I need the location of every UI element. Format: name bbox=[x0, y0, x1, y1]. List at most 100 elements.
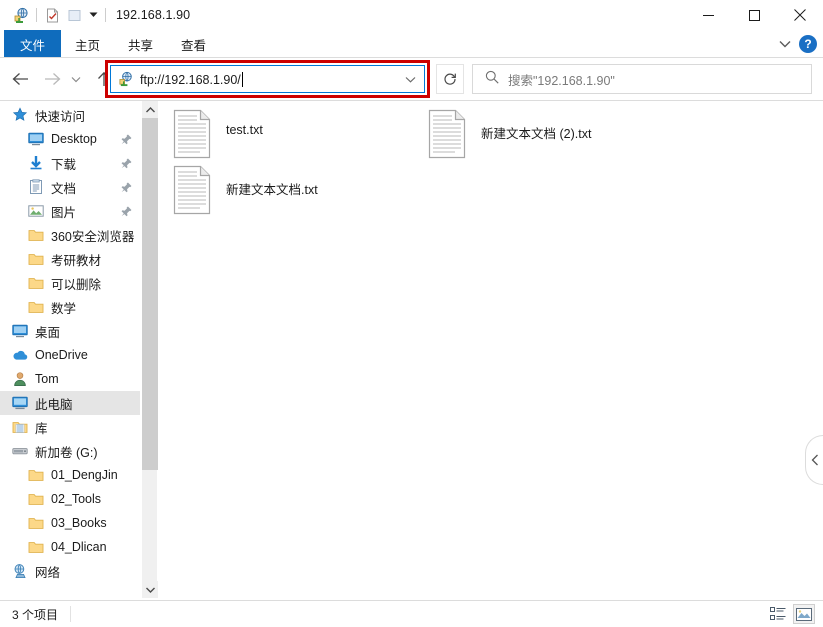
sidebar-item-label: Desktop bbox=[51, 132, 97, 146]
tab-home[interactable]: 主页 bbox=[61, 30, 114, 58]
preview-pane-toggle[interactable] bbox=[805, 435, 823, 485]
sidebar-item-label: 01_DengJin bbox=[51, 468, 118, 482]
sidebar-item-[interactable]: 网络 bbox=[0, 559, 140, 583]
sidebar-item-label: 此电脑 bbox=[35, 397, 73, 412]
sidebar-item-02-tools[interactable]: 02_Tools bbox=[0, 487, 140, 511]
properties-icon[interactable] bbox=[41, 4, 63, 26]
sidebar-item-label: 桌面 bbox=[35, 325, 61, 340]
sidebar-item-label: 图片 bbox=[51, 205, 77, 220]
window-title: 192.168.1.90 bbox=[116, 8, 191, 22]
folder-icon bbox=[28, 227, 44, 243]
sidebar-item-g[interactable]: 新加卷 (G:) bbox=[0, 439, 140, 463]
tab-file[interactable]: 文件 bbox=[4, 30, 62, 58]
minimize-button[interactable] bbox=[685, 0, 731, 30]
recent-locations-chevron-icon[interactable] bbox=[68, 64, 84, 94]
folder-icon bbox=[28, 467, 44, 483]
expand-ribbon-chevron-icon[interactable] bbox=[779, 35, 791, 53]
address-value: ftp://192.168.1.90/ bbox=[140, 72, 241, 87]
navigation-scrollbar[interactable] bbox=[141, 101, 158, 598]
sidebar-item-360[interactable]: 360安全浏览器 bbox=[0, 223, 140, 247]
sidebar-item-label: 04_Dlican bbox=[51, 540, 107, 554]
sidebar-item-desktop[interactable]: Desktop bbox=[0, 127, 140, 151]
documents-icon bbox=[28, 179, 44, 195]
navigation-pane: 快速访问 Desktop 下载文档图片 360安全浏览器 考研教材可以删除数学桌面 One… bbox=[0, 101, 140, 598]
back-button[interactable] bbox=[8, 64, 32, 94]
quick-access-toolbar bbox=[0, 0, 110, 30]
sidebar-item-[interactable]: 可以删除 bbox=[0, 271, 140, 295]
forward-button[interactable] bbox=[40, 64, 64, 94]
text-file-icon bbox=[427, 109, 469, 161]
file-item[interactable]: 新建文本文档.txt bbox=[172, 165, 422, 225]
file-list-pane[interactable]: test.txt 新建文本文档 (2).txt 新建文本文档.txt bbox=[158, 101, 823, 598]
sidebar-item-[interactable]: 桌面 bbox=[0, 319, 140, 343]
libraries-icon bbox=[12, 419, 28, 435]
file-item[interactable]: test.txt bbox=[172, 109, 422, 169]
window-controls bbox=[685, 0, 823, 30]
search-input[interactable]: 搜索"192.168.1.90" bbox=[508, 70, 615, 89]
sidebar-item-label: 可以删除 bbox=[51, 277, 102, 292]
file-name-label: test.txt bbox=[226, 123, 263, 137]
sidebar-item-[interactable]: 快速访问 bbox=[0, 103, 140, 127]
search-box[interactable]: 搜索"192.168.1.90" bbox=[472, 64, 812, 94]
tab-view[interactable]: 查看 bbox=[167, 30, 220, 58]
file-name-label: 新建文本文档 (2).txt bbox=[481, 127, 592, 141]
sidebar-item-04-dlican[interactable]: 04_Dlican bbox=[0, 535, 140, 559]
text-file-icon bbox=[172, 165, 214, 217]
sidebar-item-[interactable]: 此电脑 bbox=[0, 391, 140, 415]
file-item[interactable]: 新建文本文档 (2).txt bbox=[427, 109, 677, 169]
ftp-site-icon[interactable] bbox=[10, 4, 32, 26]
pin-icon[interactable] bbox=[120, 133, 132, 145]
address-history-chevron-icon[interactable] bbox=[400, 66, 420, 92]
scrollbar-thumb[interactable] bbox=[142, 118, 158, 470]
folder-icon bbox=[28, 515, 44, 531]
sidebar-item-[interactable]: 库 bbox=[0, 415, 140, 439]
sidebar-item-label: 考研教材 bbox=[51, 253, 102, 268]
pin-icon[interactable] bbox=[120, 157, 132, 169]
network-icon bbox=[12, 563, 28, 579]
sidebar-item-[interactable]: 下载 bbox=[0, 151, 140, 175]
sidebar-item-01-dengjin[interactable]: 01_DengJin bbox=[0, 463, 140, 487]
star-icon bbox=[12, 107, 28, 123]
sidebar-item-03-books[interactable]: 03_Books bbox=[0, 511, 140, 535]
download-icon bbox=[28, 155, 44, 171]
sidebar-item-label: 下载 bbox=[51, 157, 77, 172]
folder-icon bbox=[28, 299, 44, 315]
scroll-down-button[interactable] bbox=[142, 581, 158, 598]
sidebar-item-[interactable]: 数学 bbox=[0, 295, 140, 319]
pin-icon[interactable] bbox=[120, 205, 132, 217]
sidebar-item-label: 02_Tools bbox=[51, 492, 102, 506]
sidebar-item-label: OneDrive bbox=[35, 348, 88, 362]
desktop-icon bbox=[12, 323, 28, 339]
computer-icon bbox=[12, 395, 28, 411]
customize-qat-chevron-icon[interactable] bbox=[85, 4, 101, 26]
address-input[interactable]: ftp://192.168.1.90/ bbox=[140, 71, 400, 87]
details-view-icon[interactable] bbox=[767, 604, 789, 624]
sidebar-item-[interactable]: 文档 bbox=[0, 175, 140, 199]
maximize-button[interactable] bbox=[731, 0, 777, 30]
folder-icon bbox=[28, 251, 44, 267]
tab-share[interactable]: 共享 bbox=[114, 30, 167, 58]
drive-icon bbox=[12, 443, 28, 459]
user-icon bbox=[12, 371, 28, 387]
sidebar-item-tom[interactable]: Tom bbox=[0, 367, 140, 391]
close-button[interactable] bbox=[777, 0, 823, 30]
refresh-button[interactable] bbox=[436, 64, 464, 94]
help-icon[interactable]: ? bbox=[799, 35, 817, 53]
sidebar-item-label: 03_Books bbox=[51, 516, 107, 530]
navigation-tree: 快速访问 Desktop 下载文档图片 360安全浏览器 考研教材可以删除数学桌面 One… bbox=[0, 103, 140, 583]
address-bar[interactable]: ftp://192.168.1.90/ bbox=[110, 65, 425, 93]
view-mode-buttons bbox=[767, 604, 815, 624]
sidebar-item-label: 360安全浏览器 bbox=[51, 229, 135, 244]
large-icons-view-icon[interactable] bbox=[793, 604, 815, 624]
sidebar-item-[interactable]: 图片 bbox=[0, 199, 140, 223]
text-caret bbox=[241, 71, 243, 87]
address-bar-highlight: ftp://192.168.1.90/ bbox=[105, 60, 430, 98]
sidebar-item-[interactable]: 考研教材 bbox=[0, 247, 140, 271]
pin-icon[interactable] bbox=[120, 181, 132, 193]
title-bar: 192.168.1.90 bbox=[0, 0, 823, 30]
new-folder-icon[interactable] bbox=[63, 4, 85, 26]
ribbon-right-controls: ? bbox=[779, 30, 817, 58]
pictures-icon bbox=[28, 203, 44, 219]
scroll-up-button[interactable] bbox=[142, 101, 158, 118]
sidebar-item-onedrive[interactable]: OneDrive bbox=[0, 343, 140, 367]
